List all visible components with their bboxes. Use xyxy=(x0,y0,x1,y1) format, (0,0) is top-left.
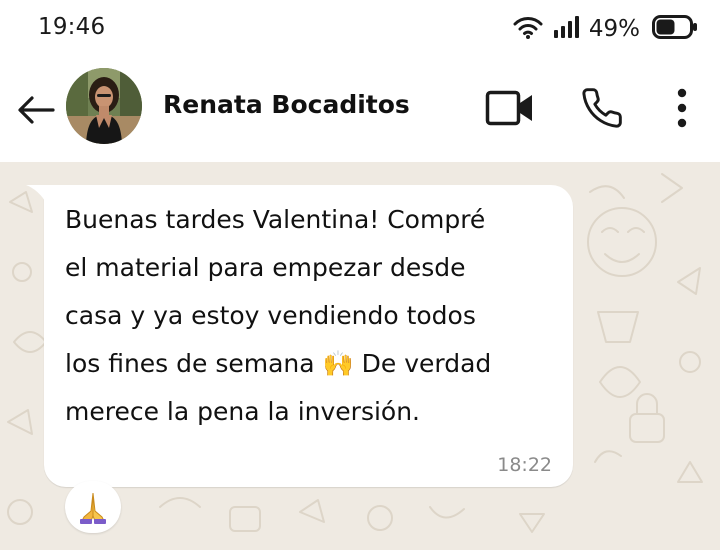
message-text: Buenas tardes Valentina! Compré el mater… xyxy=(65,205,492,426)
wifi-icon xyxy=(513,15,543,43)
video-call-button[interactable] xyxy=(482,86,538,130)
signal-icon xyxy=(553,15,581,43)
message-time: 18:22 xyxy=(497,454,552,476)
status-time: 19:46 xyxy=(38,14,106,40)
voice-call-button[interactable] xyxy=(576,82,628,134)
video-camera-icon xyxy=(485,90,532,126)
status-bar: 19:46 49% xyxy=(0,0,720,58)
more-button[interactable] xyxy=(662,80,702,136)
more-vertical-icon xyxy=(677,88,687,128)
phone-icon xyxy=(582,88,622,128)
reaction-badge[interactable] xyxy=(65,481,121,533)
message-bubble[interactable]: Buenas tardes Valentina! Compré el mater… xyxy=(26,185,573,487)
back-button[interactable] xyxy=(14,88,58,132)
contact-name[interactable]: Renata Bocaditos xyxy=(163,90,410,119)
battery-icon xyxy=(652,15,698,43)
chat-header: Renata Bocaditos xyxy=(0,58,720,162)
back-arrow-icon xyxy=(18,96,55,124)
chat-area[interactable]: Buenas tardes Valentina! Compré el mater… xyxy=(0,162,720,550)
battery-percent: 49% xyxy=(588,16,640,42)
bubble-tail xyxy=(26,185,46,203)
folded-hands-icon xyxy=(80,492,106,524)
avatar[interactable] xyxy=(66,68,142,144)
status-icons: 49% xyxy=(513,14,698,44)
